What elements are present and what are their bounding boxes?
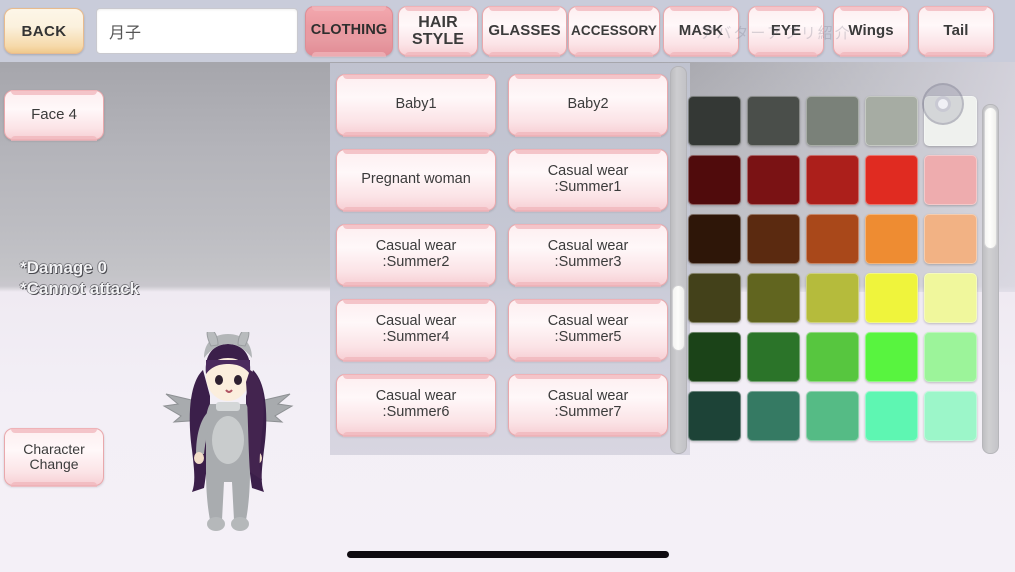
color-swatch[interactable] xyxy=(924,391,977,441)
color-swatch[interactable] xyxy=(688,96,741,146)
tab-accessory[interactable]: ACCESSORY xyxy=(568,5,660,57)
color-swatch[interactable] xyxy=(747,332,800,382)
clothing-item[interactable]: Casual wear:Summer2 xyxy=(336,223,496,287)
tab-label: CLOTHING xyxy=(310,22,388,39)
color-swatch[interactable] xyxy=(865,391,918,441)
character-change-button[interactable]: Character Change xyxy=(4,427,104,487)
stat-attack: *Cannot attack xyxy=(20,278,140,298)
clothing-item[interactable]: Casual wear:Summer7 xyxy=(508,373,668,437)
stat-damage: *Damage 0 xyxy=(20,258,107,277)
tab-label: GLASSES xyxy=(488,21,561,39)
color-swatch[interactable] xyxy=(806,391,859,441)
tab-tail[interactable]: Tail xyxy=(918,5,994,57)
character-name-input[interactable]: 月子 xyxy=(96,8,298,54)
color-scrollbar[interactable] xyxy=(982,104,999,454)
color-swatch[interactable] xyxy=(924,273,977,323)
face-button[interactable]: Face 4 xyxy=(4,89,104,141)
character-stats: *Damage 0 *Cannot attack xyxy=(20,258,139,299)
clothing-item-label: Casual wear:Summer2 xyxy=(375,238,457,270)
color-swatch[interactable] xyxy=(747,273,800,323)
touch-ring-center-icon xyxy=(935,96,951,112)
tab-hair-style[interactable]: HAIR STYLE xyxy=(398,5,478,57)
home-indicator-bar[interactable] xyxy=(346,551,669,558)
clothing-item[interactable]: Casual wear:Summer1 xyxy=(508,148,668,212)
clothing-item-label: Pregnant woman xyxy=(361,171,471,188)
color-swatch[interactable] xyxy=(747,391,800,441)
color-swatch[interactable] xyxy=(806,214,859,264)
tab-label: ACCESSORY xyxy=(571,22,657,38)
color-swatch[interactable] xyxy=(806,332,859,382)
tab-eye[interactable]: EYE xyxy=(748,5,824,57)
clothing-item[interactable]: Baby1 xyxy=(336,73,496,137)
clothing-item[interactable]: Pregnant woman xyxy=(336,148,496,212)
clothing-item-label: Casual wear:Summer7 xyxy=(547,388,629,420)
color-swatch[interactable] xyxy=(924,214,977,264)
tab-clothing[interactable]: CLOTHING xyxy=(305,5,393,57)
color-swatch-grid xyxy=(688,96,977,445)
tab-label: HAIR STYLE xyxy=(411,13,465,48)
character-model[interactable] xyxy=(148,332,308,537)
color-swatch[interactable] xyxy=(865,155,918,205)
clothing-scrollbar[interactable] xyxy=(670,66,687,454)
clothing-item-label: Casual wear:Summer5 xyxy=(547,313,629,345)
color-swatch[interactable] xyxy=(688,214,741,264)
avatar-customization-screen: *Damage 0 *Cannot attack Face 4 Characte… xyxy=(0,0,1015,572)
color-swatch[interactable] xyxy=(924,332,977,382)
color-swatch[interactable] xyxy=(747,155,800,205)
clothing-item[interactable]: Casual wear:Summer5 xyxy=(508,298,668,362)
color-swatch[interactable] xyxy=(747,96,800,146)
clothing-item-label: Casual wear:Summer3 xyxy=(547,238,629,270)
color-swatch[interactable] xyxy=(806,155,859,205)
color-palette-panel[interactable] xyxy=(688,96,977,458)
clothing-item[interactable]: Casual wear:Summer3 xyxy=(508,223,668,287)
color-swatch[interactable] xyxy=(924,155,977,205)
tab-label: MASK xyxy=(678,21,724,39)
clothing-item-label: Casual wear:Summer4 xyxy=(375,313,457,345)
tab-label: Tail xyxy=(943,21,969,39)
clothing-item[interactable]: Baby2 xyxy=(508,73,668,137)
character-change-label: Character Change xyxy=(23,440,85,472)
tab-label: Wings xyxy=(848,21,894,39)
color-swatch[interactable] xyxy=(747,214,800,264)
color-swatch[interactable] xyxy=(806,96,859,146)
clothing-item[interactable]: Casual wear:Summer4 xyxy=(336,298,496,362)
color-swatch[interactable] xyxy=(865,273,918,323)
tab-wings[interactable]: Wings xyxy=(833,5,909,57)
clothing-item-label: Baby2 xyxy=(567,96,609,113)
color-swatch[interactable] xyxy=(688,273,741,323)
tab-glasses[interactable]: GLASSES xyxy=(482,5,567,57)
clothing-item-label: Baby1 xyxy=(395,96,437,113)
clothing-list-panel[interactable]: Baby1 Baby2 Pregnant woman Casual wear:Summ… xyxy=(330,63,690,455)
tab-label: EYE xyxy=(770,21,802,39)
top-header-bar: BACK 月子 CLOTHING HAIR STYLE GLASSES ACCESSOR… xyxy=(0,0,1015,62)
color-swatch[interactable] xyxy=(688,391,741,441)
back-button[interactable]: BACK xyxy=(4,8,84,54)
color-swatch[interactable] xyxy=(865,332,918,382)
touch-ring-icon xyxy=(922,83,964,125)
clothing-item-label: Casual wear:Summer6 xyxy=(375,388,457,420)
tab-mask[interactable]: MASK xyxy=(663,5,739,57)
color-scrollbar-thumb[interactable] xyxy=(984,107,997,249)
color-swatch[interactable] xyxy=(688,332,741,382)
clothing-item-label: Casual wear:Summer1 xyxy=(547,163,629,195)
color-swatch[interactable] xyxy=(865,96,918,146)
color-swatch[interactable] xyxy=(688,155,741,205)
color-swatch[interactable] xyxy=(865,214,918,264)
clothing-grid: Baby1 Baby2 Pregnant woman Casual wear:Summ… xyxy=(330,63,670,437)
color-swatch[interactable] xyxy=(806,273,859,323)
clothing-scrollbar-thumb[interactable] xyxy=(672,285,685,351)
clothing-item[interactable]: Casual wear:Summer6 xyxy=(336,373,496,437)
